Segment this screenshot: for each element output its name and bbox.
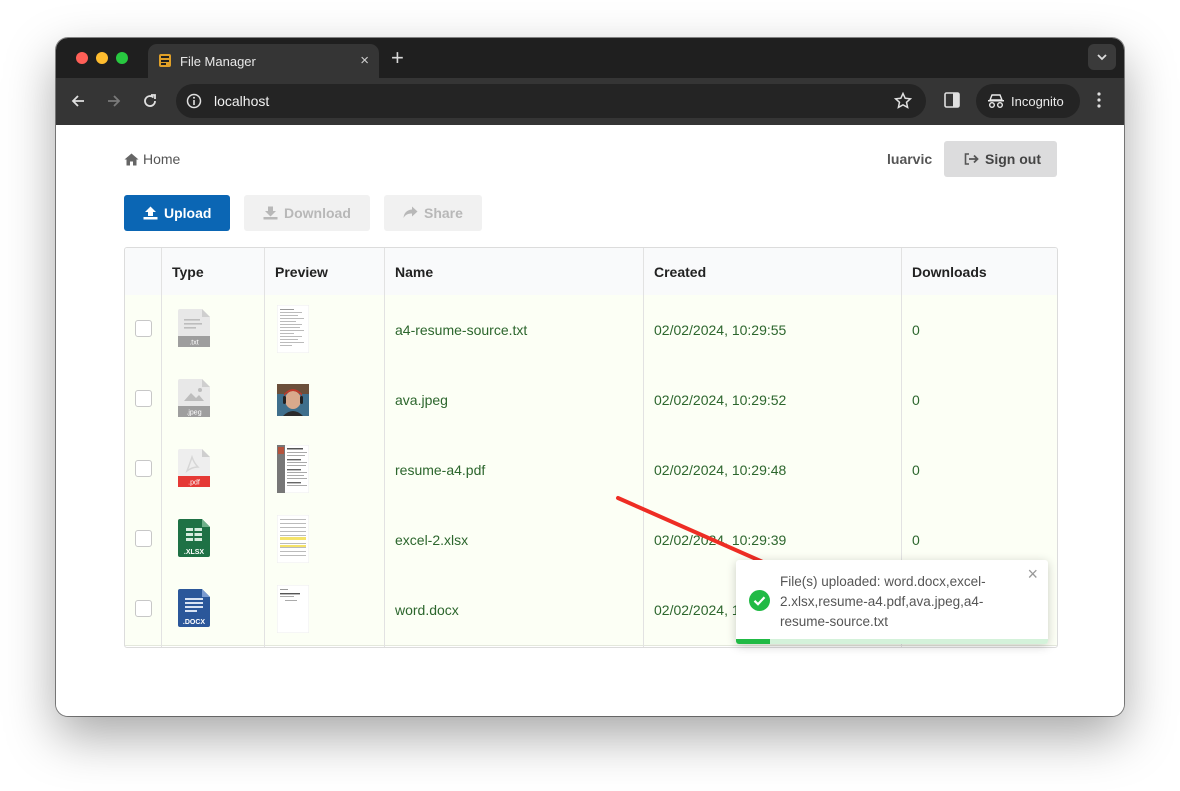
annotation-arrow-icon: [616, 496, 812, 586]
toast-close-icon[interactable]: ×: [1027, 564, 1038, 585]
toast-progress-bar: [736, 639, 771, 644]
upload-success-toast: File(s) uploaded: word.docx,excel-2.xlsx…: [736, 560, 1048, 644]
toast-message: File(s) uploaded: word.docx,excel-2.xlsx…: [780, 574, 986, 629]
success-check-icon: [749, 590, 770, 611]
toast-progress-track: [736, 639, 1048, 644]
